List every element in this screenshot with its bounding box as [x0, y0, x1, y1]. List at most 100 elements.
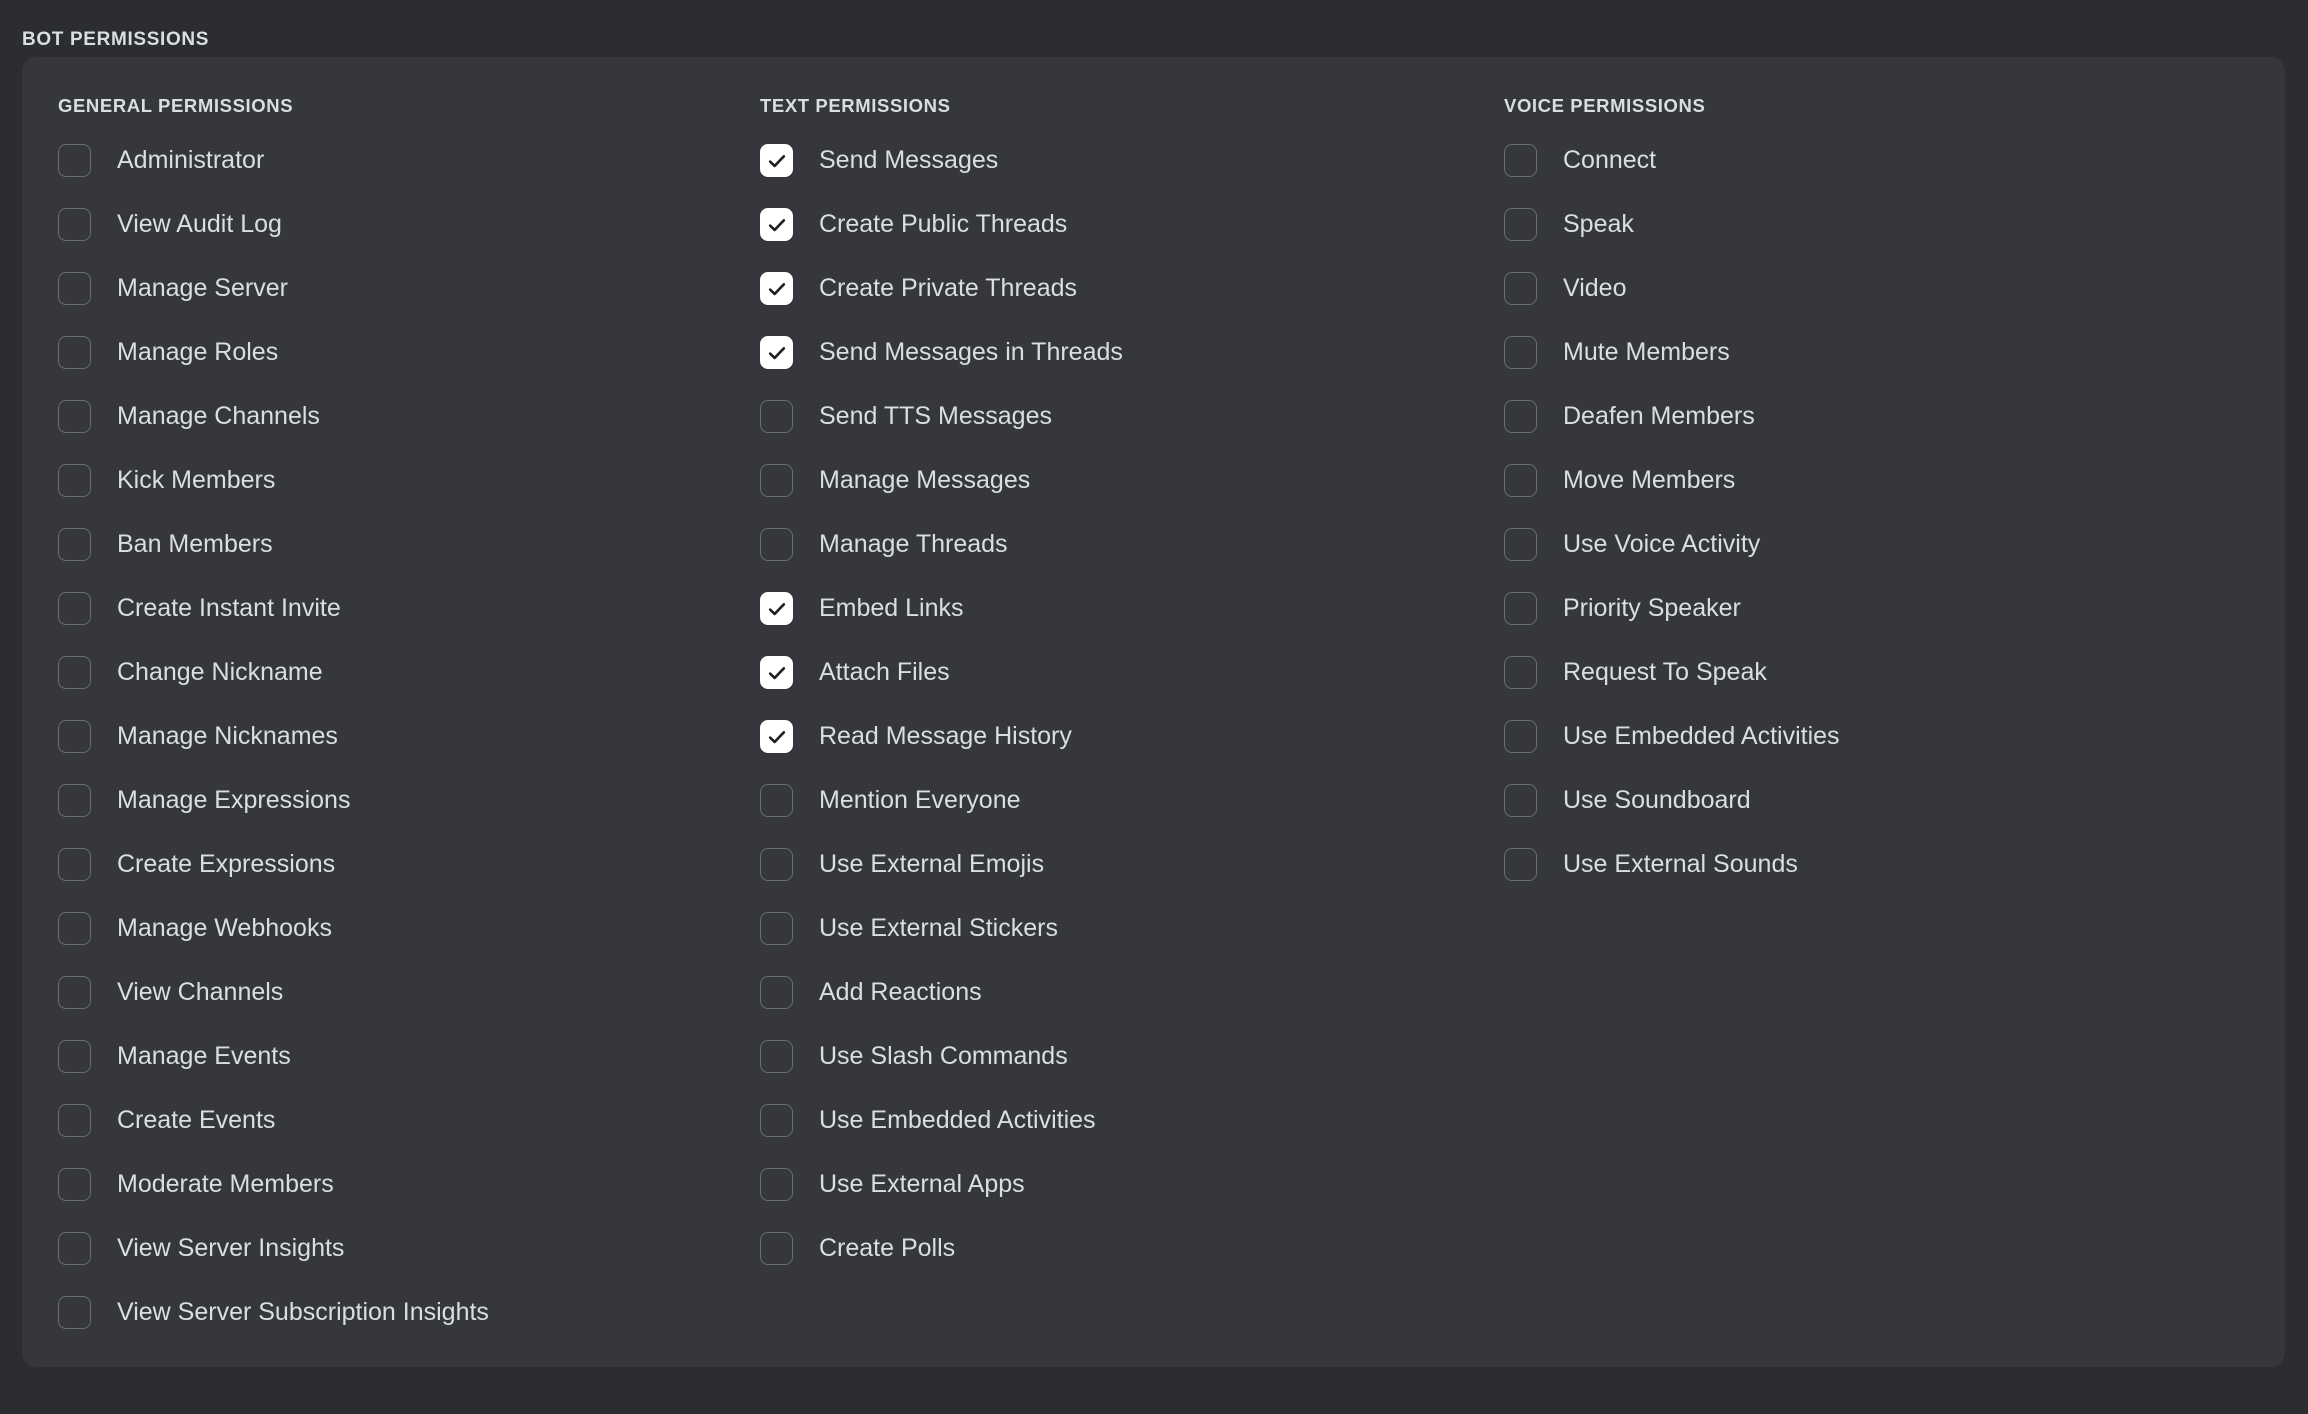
permission-row[interactable]: View Audit Log [58, 203, 760, 247]
checkbox-unchecked-icon[interactable] [58, 528, 91, 561]
permission-row[interactable]: Manage Webhooks [58, 907, 760, 951]
checkbox-unchecked-icon[interactable] [760, 1232, 793, 1265]
permission-row[interactable]: Create Private Threads [760, 267, 1504, 311]
permission-row[interactable]: Moderate Members [58, 1163, 760, 1207]
permission-row[interactable]: Create Events [58, 1099, 760, 1143]
permission-list-text: Send Messages Create Public Threads Create… [760, 139, 1504, 1271]
permission-row[interactable]: Speak [1504, 203, 2244, 247]
permission-row[interactable]: Create Public Threads [760, 203, 1504, 247]
permission-row[interactable]: Change Nickname [58, 651, 760, 695]
checkbox-unchecked-icon[interactable] [1504, 144, 1537, 177]
permission-row[interactable]: Add Reactions [760, 971, 1504, 1015]
permission-row[interactable]: Use External Emojis [760, 843, 1504, 887]
checkbox-unchecked-icon[interactable] [760, 976, 793, 1009]
checkbox-unchecked-icon[interactable] [58, 1296, 91, 1329]
checkbox-unchecked-icon[interactable] [1504, 656, 1537, 689]
checkbox-unchecked-icon[interactable] [58, 1168, 91, 1201]
permission-row[interactable]: Deafen Members [1504, 395, 2244, 439]
permission-row[interactable]: Manage Server [58, 267, 760, 311]
permission-row[interactable]: Manage Roles [58, 331, 760, 375]
permission-row[interactable]: Create Instant Invite [58, 587, 760, 631]
checkbox-unchecked-icon[interactable] [760, 528, 793, 561]
permission-row[interactable]: Move Members [1504, 459, 2244, 503]
permission-row[interactable]: Manage Nicknames [58, 715, 760, 759]
permission-row[interactable]: Manage Channels [58, 395, 760, 439]
permission-row[interactable]: Manage Messages [760, 459, 1504, 503]
permission-row[interactable]: Use Soundboard [1504, 779, 2244, 823]
checkbox-unchecked-icon[interactable] [760, 848, 793, 881]
checkbox-unchecked-icon[interactable] [1504, 464, 1537, 497]
checkbox-unchecked-icon[interactable] [58, 272, 91, 305]
permission-row[interactable]: Use External Stickers [760, 907, 1504, 951]
checkbox-unchecked-icon[interactable] [58, 1040, 91, 1073]
permission-row[interactable]: Attach Files [760, 651, 1504, 695]
checkbox-unchecked-icon[interactable] [760, 1104, 793, 1137]
checkbox-unchecked-icon[interactable] [1504, 208, 1537, 241]
permission-row[interactable]: Send TTS Messages [760, 395, 1504, 439]
checkbox-unchecked-icon[interactable] [58, 400, 91, 433]
permission-row[interactable]: View Channels [58, 971, 760, 1015]
permission-row[interactable]: Create Polls [760, 1227, 1504, 1271]
checkbox-unchecked-icon[interactable] [760, 784, 793, 817]
checkbox-unchecked-icon[interactable] [1504, 784, 1537, 817]
permission-row[interactable]: Use Slash Commands [760, 1035, 1504, 1079]
checkbox-unchecked-icon[interactable] [58, 720, 91, 753]
permission-row[interactable]: Send Messages in Threads [760, 331, 1504, 375]
permission-row[interactable]: Kick Members [58, 459, 760, 503]
permission-row[interactable]: Manage Events [58, 1035, 760, 1079]
checkbox-unchecked-icon[interactable] [1504, 592, 1537, 625]
checkbox-unchecked-icon[interactable] [58, 976, 91, 1009]
checkbox-unchecked-icon[interactable] [1504, 400, 1537, 433]
checkbox-checked-icon[interactable] [760, 656, 793, 689]
checkbox-unchecked-icon[interactable] [760, 400, 793, 433]
checkbox-checked-icon[interactable] [760, 336, 793, 369]
permission-row[interactable]: Use External Apps [760, 1163, 1504, 1207]
permission-row[interactable]: Use Embedded Activities [760, 1099, 1504, 1143]
checkbox-unchecked-icon[interactable] [58, 784, 91, 817]
checkbox-checked-icon[interactable] [760, 208, 793, 241]
checkbox-unchecked-icon[interactable] [1504, 720, 1537, 753]
permission-row[interactable]: View Server Subscription Insights [58, 1291, 760, 1335]
permission-row[interactable]: View Server Insights [58, 1227, 760, 1271]
checkbox-unchecked-icon[interactable] [58, 912, 91, 945]
checkbox-unchecked-icon[interactable] [58, 464, 91, 497]
permission-label-embed-links: Embed Links [819, 594, 964, 622]
checkbox-unchecked-icon[interactable] [58, 1232, 91, 1265]
permission-row[interactable]: Ban Members [58, 523, 760, 567]
permission-row[interactable]: Mute Members [1504, 331, 2244, 375]
checkbox-unchecked-icon[interactable] [760, 464, 793, 497]
permission-row[interactable]: Use Embedded Activities [1504, 715, 2244, 759]
permission-row[interactable]: Use External Sounds [1504, 843, 2244, 887]
checkbox-unchecked-icon[interactable] [58, 1104, 91, 1137]
checkbox-unchecked-icon[interactable] [58, 592, 91, 625]
permission-row[interactable]: Priority Speaker [1504, 587, 2244, 631]
checkbox-unchecked-icon[interactable] [58, 336, 91, 369]
checkbox-unchecked-icon[interactable] [760, 1168, 793, 1201]
checkbox-unchecked-icon[interactable] [1504, 272, 1537, 305]
permission-row[interactable]: Create Expressions [58, 843, 760, 887]
checkbox-unchecked-icon[interactable] [760, 1040, 793, 1073]
permission-row[interactable]: Manage Expressions [58, 779, 760, 823]
checkbox-unchecked-icon[interactable] [760, 912, 793, 945]
checkbox-checked-icon[interactable] [760, 272, 793, 305]
checkbox-unchecked-icon[interactable] [58, 848, 91, 881]
checkbox-unchecked-icon[interactable] [1504, 848, 1537, 881]
checkbox-unchecked-icon[interactable] [1504, 528, 1537, 561]
checkbox-unchecked-icon[interactable] [58, 656, 91, 689]
permission-row[interactable]: Use Voice Activity [1504, 523, 2244, 567]
permission-row[interactable]: Administrator [58, 139, 760, 183]
checkbox-checked-icon[interactable] [760, 592, 793, 625]
permission-row[interactable]: Request To Speak [1504, 651, 2244, 695]
checkbox-checked-icon[interactable] [760, 720, 793, 753]
checkbox-checked-icon[interactable] [760, 144, 793, 177]
checkbox-unchecked-icon[interactable] [1504, 336, 1537, 369]
permission-row[interactable]: Video [1504, 267, 2244, 311]
permission-row[interactable]: Embed Links [760, 587, 1504, 631]
permission-row[interactable]: Read Message History [760, 715, 1504, 759]
permission-row[interactable]: Connect [1504, 139, 2244, 183]
checkbox-unchecked-icon[interactable] [58, 144, 91, 177]
checkbox-unchecked-icon[interactable] [58, 208, 91, 241]
permission-row[interactable]: Mention Everyone [760, 779, 1504, 823]
permission-row[interactable]: Send Messages [760, 139, 1504, 183]
permission-row[interactable]: Manage Threads [760, 523, 1504, 567]
